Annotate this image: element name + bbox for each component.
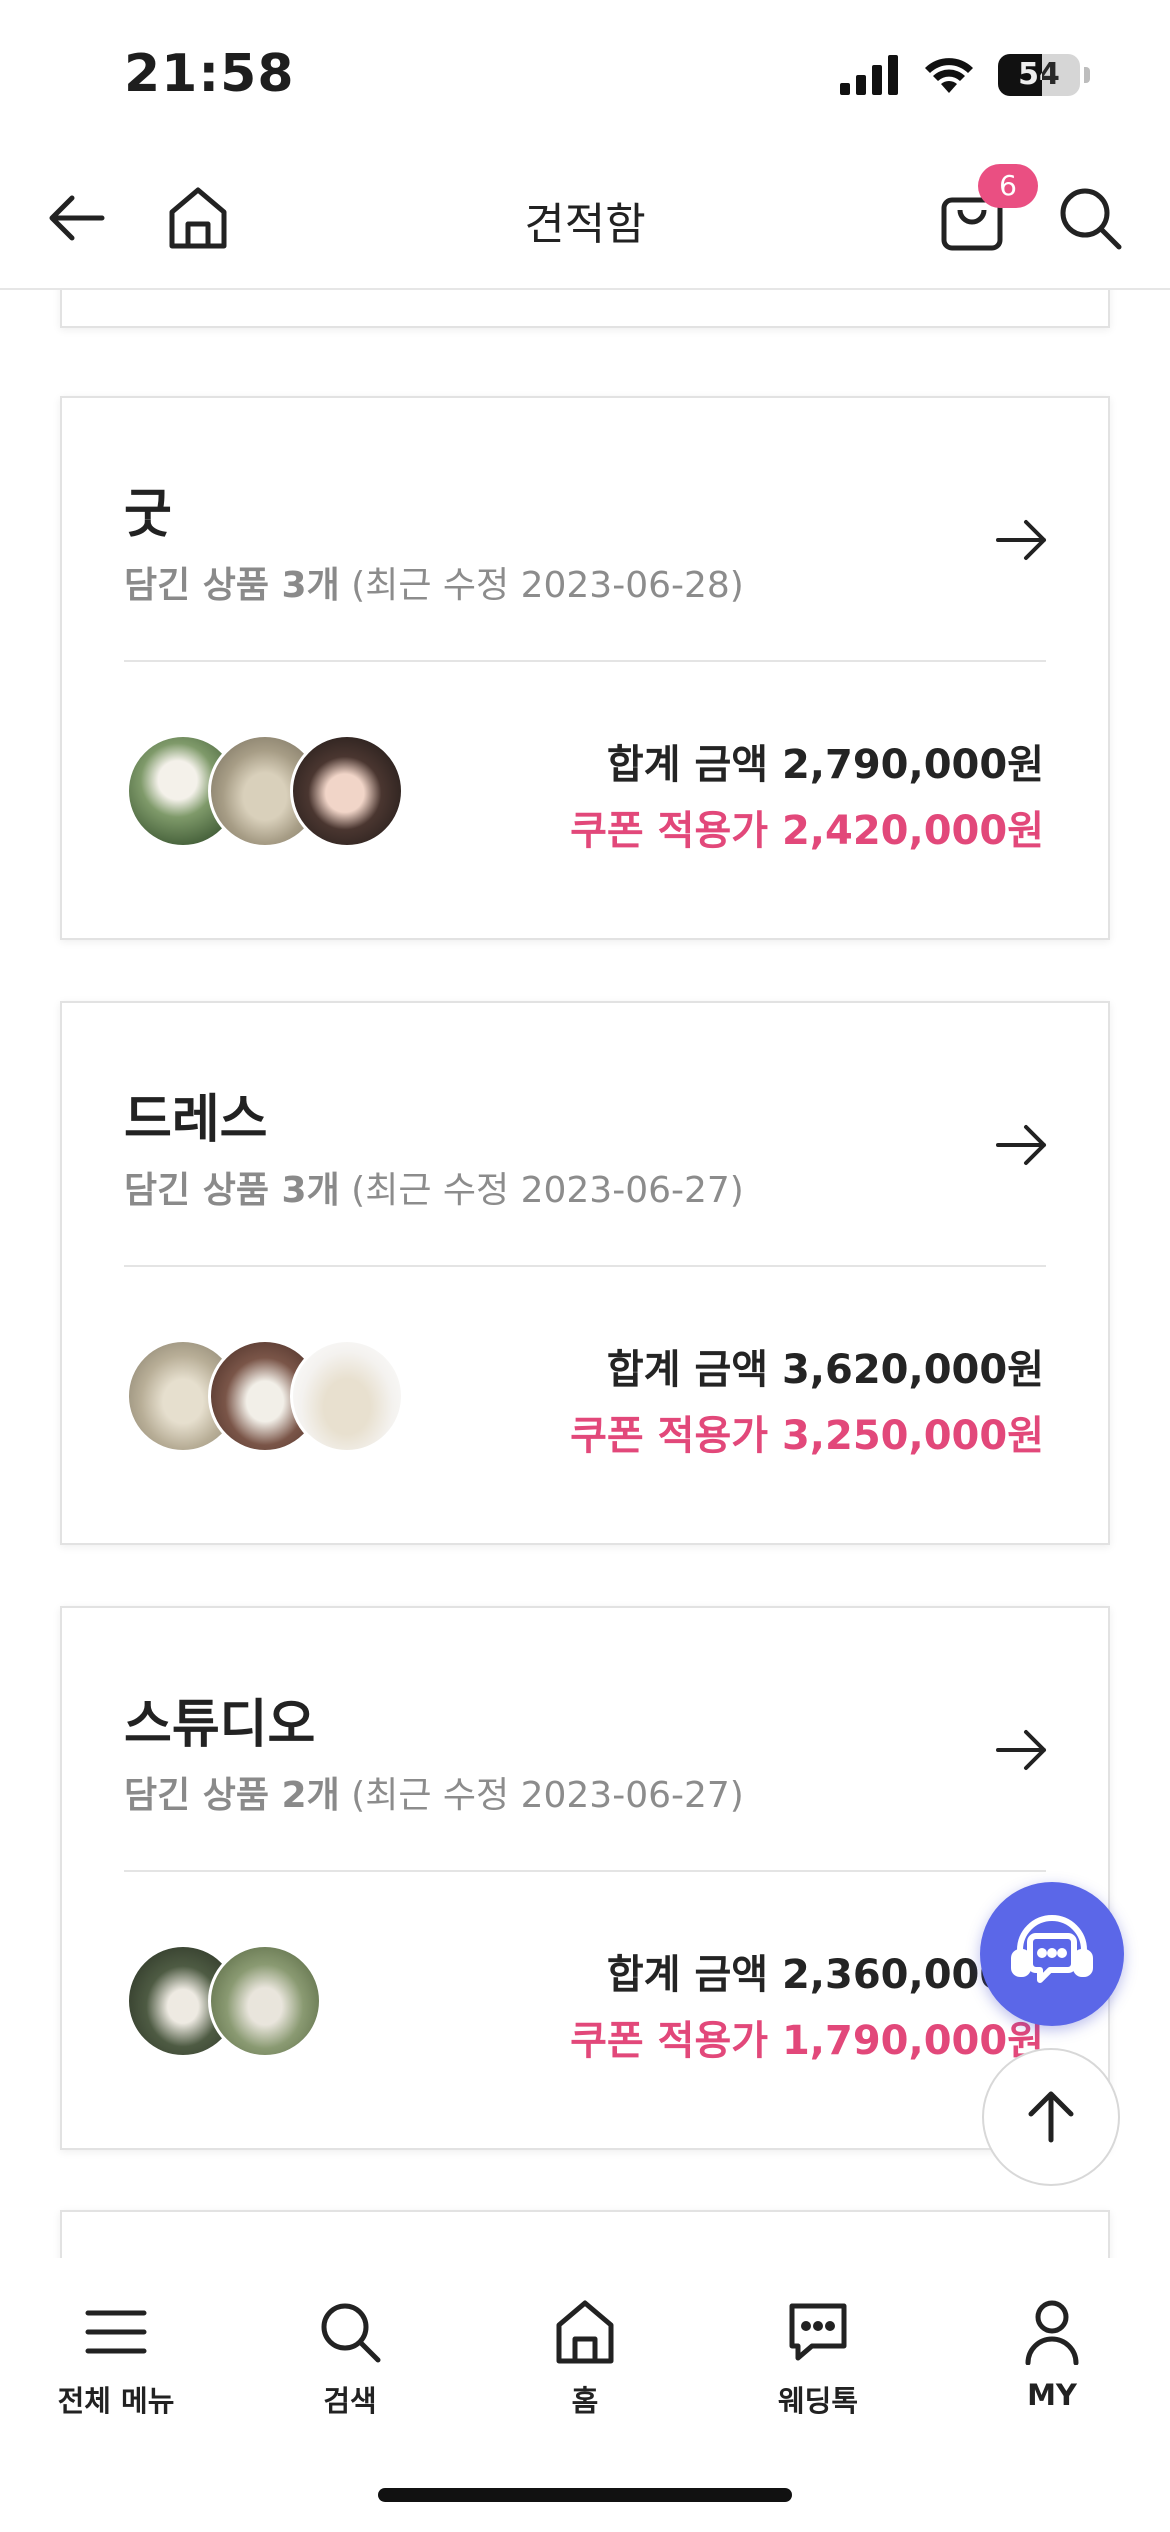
tab-label: MY	[1027, 2378, 1077, 2412]
card-title: 굿	[124, 485, 172, 545]
modified-date: (최근 수정 2023-06-28)	[351, 565, 744, 606]
nav-bar: 견적함 6	[0, 150, 1170, 290]
user-icon	[1025, 2300, 1079, 2365]
menu-icon	[85, 2310, 147, 2354]
product-thumbnail	[208, 1944, 322, 2058]
total-amount: 합계 금액 3,620,000원	[606, 1347, 1044, 1393]
wifi-icon	[925, 58, 973, 93]
home-indicator	[378, 2488, 792, 2502]
estimate-card[interactable]: 드레스 담긴 상품 3개 (최근 수정 2023-06-27) 합계 금액 3,…	[60, 1001, 1110, 1545]
product-thumbnail	[290, 734, 404, 848]
card-divider	[124, 660, 1046, 662]
status-time: 21:58	[124, 44, 295, 104]
product-thumbnail	[290, 1339, 404, 1453]
card-title: 스튜디오	[124, 1695, 316, 1755]
modified-date: (최근 수정 2023-06-27)	[351, 1170, 744, 1211]
tab-label: 검색	[323, 2384, 377, 2418]
item-count: 담긴 상품 3개	[124, 565, 340, 606]
customer-support-button[interactable]	[980, 1882, 1124, 2026]
cart-count-badge: 6	[978, 164, 1038, 208]
tab-search[interactable]: 검색	[250, 2292, 450, 2420]
tab-label: 홈	[571, 2384, 599, 2418]
tab-home[interactable]: 홈	[485, 2292, 685, 2420]
battery-icon: 54	[998, 54, 1080, 96]
total-amount: 합계 금액 2,360,000원	[606, 1952, 1044, 1998]
item-count: 담긴 상품 2개	[124, 1775, 340, 1816]
chat-icon	[789, 2303, 847, 2361]
card-subtitle: 담긴 상품 3개 (최근 수정 2023-06-27)	[124, 1161, 744, 1213]
coupon-price: 쿠폰 적용가 1,790,000원	[570, 2018, 1044, 2064]
search-button[interactable]	[1050, 178, 1130, 258]
estimate-card[interactable]: 스튜디오 담긴 상품 2개 (최근 수정 2023-06-27) 합계 금액 2…	[60, 1606, 1110, 2150]
total-amount: 합계 금액 2,790,000원	[606, 742, 1044, 788]
arrow-up-icon	[1028, 2091, 1074, 2143]
estimate-card-previous[interactable]	[60, 290, 1110, 328]
tab-my[interactable]: MY	[952, 2292, 1152, 2412]
status-icons: 54	[840, 54, 1090, 96]
tab-wedding-talk[interactable]: 웨딩톡	[718, 2292, 918, 2420]
cellular-signal-icon	[840, 55, 898, 95]
arrow-right-icon[interactable]	[992, 510, 1052, 570]
card-subtitle: 담긴 상품 3개 (최근 수정 2023-06-28)	[124, 556, 744, 608]
modified-date: (최근 수정 2023-06-27)	[351, 1775, 744, 1816]
battery-percent: 54	[1018, 57, 1060, 92]
coupon-price: 쿠폰 적용가 3,250,000원	[570, 1413, 1044, 1459]
card-divider	[124, 1870, 1046, 1872]
estimate-card-next[interactable]	[60, 2210, 1110, 2258]
status-bar: 21:58 54	[0, 0, 1170, 150]
scroll-to-top-button[interactable]	[982, 2048, 1120, 2186]
battery-tip	[1084, 67, 1090, 83]
tab-label: 전체 메뉴	[57, 2384, 175, 2418]
tab-all-menu[interactable]: 전체 메뉴	[16, 2292, 216, 2420]
home-icon	[556, 2300, 614, 2364]
arrow-right-icon[interactable]	[992, 1720, 1052, 1780]
item-count: 담긴 상품 3개	[124, 1170, 340, 1211]
card-divider	[124, 1265, 1046, 1267]
coupon-price: 쿠폰 적용가 2,420,000원	[570, 808, 1044, 854]
headset-chat-icon	[1011, 1915, 1093, 1983]
arrow-right-icon[interactable]	[992, 1115, 1052, 1175]
search-icon	[1060, 188, 1122, 250]
card-title: 드레스	[124, 1090, 268, 1150]
card-subtitle: 담긴 상품 2개 (최근 수정 2023-06-27)	[124, 1766, 744, 1818]
search-icon	[321, 2303, 381, 2363]
tab-label: 웨딩톡	[777, 2384, 859, 2418]
estimate-card[interactable]: 굿 담긴 상품 3개 (최근 수정 2023-06-28) 합계 금액 2,79…	[60, 396, 1110, 940]
